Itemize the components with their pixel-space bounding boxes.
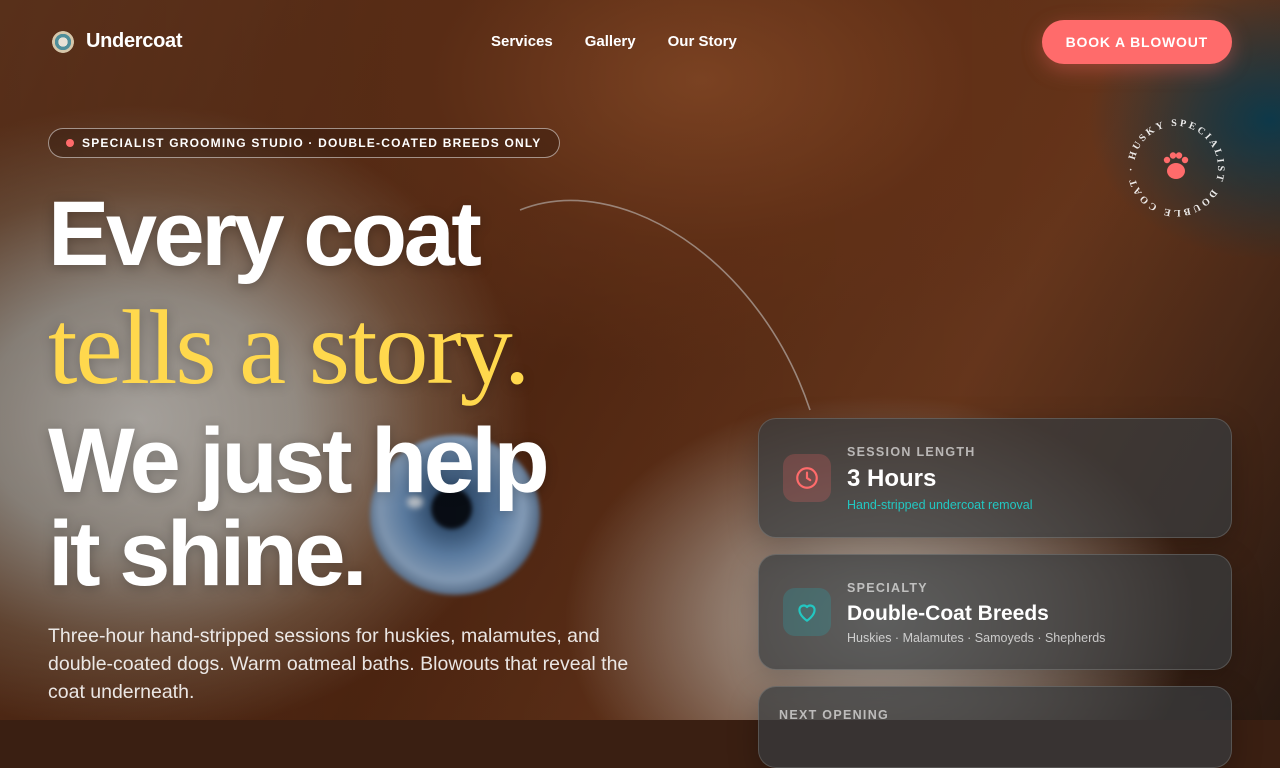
session-length-card: SESSION LENGTH 3 Hours Hand-stripped und…	[758, 418, 1232, 538]
brand-logo[interactable]: Undercoat	[52, 30, 183, 53]
nav-link-services[interactable]: Services	[491, 33, 553, 50]
card-label: SPECIALTY	[847, 581, 928, 595]
next-opening-card: NEXT OPENING	[758, 686, 1232, 768]
card-subtitle: Huskies · Malamutes · Samoyeds · Shepher…	[847, 631, 1106, 645]
card-title: 3 Hours	[847, 465, 937, 492]
main-nav: Services Gallery Our Story	[491, 33, 737, 50]
hero-headline-accent: tells a story.	[48, 289, 530, 406]
badge-text: SPECIALIST GROOMING STUDIO · DOUBLE-COAT…	[82, 136, 542, 150]
specialty-card: SPECIALTY Double-Coat Breeds Huskies · M…	[758, 554, 1232, 670]
nav-link-our-story[interactable]: Our Story	[668, 33, 737, 50]
badge-dot-icon	[66, 139, 74, 147]
hero-headline-line4: it shine.	[48, 503, 368, 605]
specialist-badge: SPECIALIST GROOMING STUDIO · DOUBLE-COAT…	[48, 128, 560, 158]
hero-lead-paragraph: Three-hour hand-stripped sessions for hu…	[48, 625, 629, 703]
paw-icon	[1163, 152, 1189, 179]
card-label: SESSION LENGTH	[847, 445, 976, 459]
book-blowout-button[interactable]: BOOK A BLOWOUT	[1041, 20, 1232, 64]
logo-mark-icon	[52, 30, 74, 53]
card-subtitle: Hand-stripped undercoat removal	[847, 498, 1033, 512]
heart-icon	[783, 588, 831, 636]
clock-icon	[783, 454, 831, 502]
hero-headline-line3: We just help	[48, 410, 550, 512]
nav-link-gallery[interactable]: Gallery	[585, 33, 636, 50]
card-title: Double-Coat Breeds	[847, 602, 1049, 625]
hero-headline-line1: Every coat	[48, 183, 482, 285]
brand-name: Undercoat	[86, 30, 183, 52]
